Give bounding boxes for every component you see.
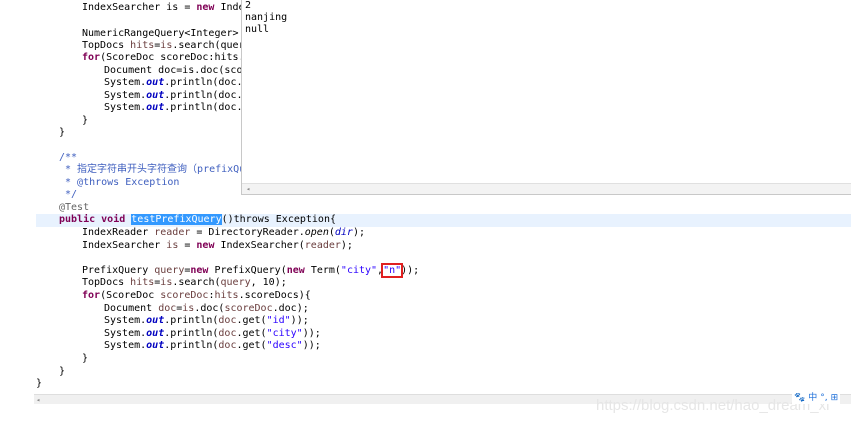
code-line: } bbox=[82, 353, 89, 364]
output-line: nanjing bbox=[245, 12, 288, 23]
ime-chinese-mode[interactable]: 中 bbox=[808, 393, 817, 404]
console-output-popup[interactable]: 2 nanjing null ◂ bbox=[241, 0, 851, 195]
code-line: System.out.println(doc.get("id")); bbox=[104, 315, 309, 326]
code-line: } bbox=[59, 366, 66, 377]
javadoc-line: */ bbox=[59, 189, 78, 200]
selected-method-name[interactable]: testPrefixQuery bbox=[131, 214, 222, 225]
scroll-left-icon[interactable]: ◂ bbox=[36, 395, 40, 405]
code-editor[interactable]: IndexSearcher is = new IndexSearcher(rea… bbox=[0, 0, 851, 394]
output-line: 2 bbox=[245, 0, 252, 11]
paw-icon[interactable]: 🐾 bbox=[794, 393, 805, 404]
popup-horizontal-scrollbar[interactable]: ◂ bbox=[242, 183, 851, 194]
ime-keyboard-icon[interactable]: ⊞ bbox=[831, 393, 839, 404]
scroll-left-icon[interactable]: ◂ bbox=[246, 184, 250, 194]
code-line: TopDocs hits=is.search(query, 10); bbox=[82, 277, 287, 288]
code-line: } bbox=[36, 378, 43, 389]
code-line: for(ScoreDoc scoreDoc:hits.scoreDocs){ bbox=[82, 290, 311, 301]
code-line: System.out.println(doc.get("desc")); bbox=[104, 340, 321, 351]
method-signature: public void testPrefixQuery()throws Exce… bbox=[59, 214, 336, 225]
code-line: Document doc=is.doc(scoreDoc.doc); bbox=[104, 303, 309, 314]
code-line: IndexSearcher is = new IndexSearcher(rea… bbox=[82, 240, 353, 251]
annotation-line: @Test bbox=[59, 202, 90, 213]
code-line: } bbox=[82, 115, 89, 126]
ime-toolbar[interactable]: 🐾 中 °, ⊞ bbox=[792, 393, 841, 404]
output-line: null bbox=[245, 24, 270, 35]
code-line: System.out.println(doc.get("city")); bbox=[104, 328, 321, 339]
ime-punctuation-mode[interactable]: °, bbox=[820, 393, 827, 404]
code-line: } bbox=[59, 127, 66, 138]
code-line: IndexReader reader = DirectoryReader.ope… bbox=[82, 227, 365, 238]
javadoc-line: * @throws Exception bbox=[59, 177, 180, 188]
code-line: PrefixQuery query=new PrefixQuery(new Te… bbox=[82, 263, 420, 278]
javadoc-line: /** bbox=[59, 152, 78, 163]
highlighted-prefix-string: "n" bbox=[381, 263, 404, 278]
